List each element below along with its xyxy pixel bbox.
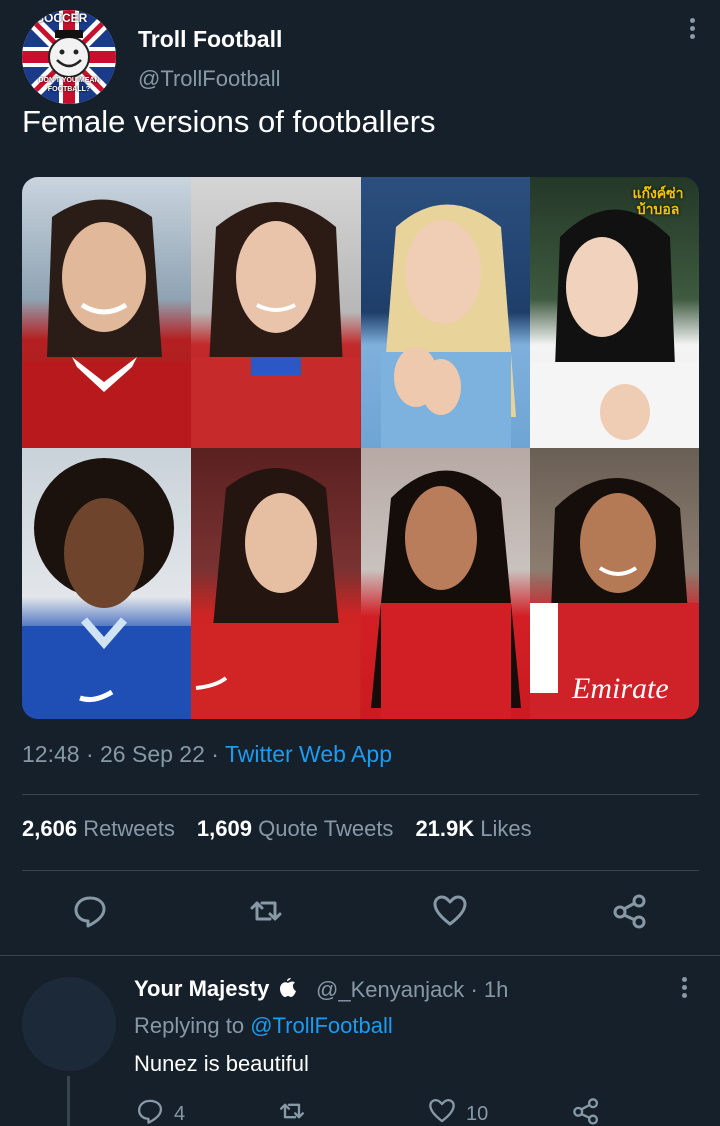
reply-reply-count: 4	[174, 1102, 186, 1125]
divider	[22, 794, 699, 795]
quotes-count: 1,609	[196, 816, 252, 841]
replying-to-handle[interactable]: @TrollFootball	[250, 1013, 393, 1038]
apple-icon	[279, 977, 297, 1003]
media-watermark: แก๊งค์ซ่า บ้าบอล	[632, 185, 684, 217]
avatar-text-bottom: DON'T YOU MEAN FOOTBALL?	[38, 77, 100, 93]
divider	[0, 955, 720, 956]
tweet-time[interactable]: 12:48	[22, 741, 80, 767]
reply-text: Nunez is beautiful	[134, 1051, 309, 1076]
tweet-actions	[70, 893, 660, 933]
reply-handle-line: @_Kenyanjack · 1h	[316, 977, 508, 1003]
media-photo	[22, 177, 192, 448]
share-icon	[572, 1097, 600, 1126]
author-handle[interactable]: @TrollFootball	[138, 66, 281, 92]
likes-label: Likes	[480, 816, 532, 841]
media-photo: แก๊งค์ซ่า บ้าบอล	[529, 177, 699, 448]
tweet-header: SOCCER DON'T YOU MEAN FOOTBALL? Troll Fo…	[22, 10, 702, 104]
divider	[22, 870, 699, 871]
replying-to: Replying to @TrollFootball	[134, 1013, 393, 1039]
media-photo	[191, 448, 361, 719]
tweet-meta: 12:48 · 26 Sep 22 · Twitter Web App	[22, 741, 392, 768]
reply-display-name[interactable]: Your Majesty	[134, 976, 297, 1003]
media-photo: Emirate	[529, 448, 699, 719]
reply-handle[interactable]: @_Kenyanjack	[316, 977, 464, 1002]
media-photo	[360, 448, 530, 719]
reply-like-button[interactable]: 10	[428, 1097, 488, 1126]
retweets-count: 2,606	[22, 816, 78, 841]
more-vertical-icon[interactable]	[686, 18, 698, 44]
reply-retweet-button[interactable]	[278, 1097, 306, 1126]
reply-age[interactable]: 1h	[484, 977, 508, 1002]
quotes-stat[interactable]: 1,609 Quote Tweets	[197, 816, 394, 842]
likes-stat[interactable]: 21.9K Likes	[415, 816, 531, 842]
thread-line	[67, 1076, 70, 1126]
tweet-stats: 2,606 Retweets 1,609 Quote Tweets 21.9K …	[22, 816, 532, 842]
author-display-name[interactable]: Troll Football	[138, 26, 282, 53]
separator: ·	[470, 977, 478, 1002]
replying-label: Replying to	[134, 1013, 245, 1038]
svg-text:Emirate: Emirate	[571, 672, 669, 705]
media-photo	[360, 177, 530, 448]
heart-icon	[428, 1097, 456, 1126]
likes-count: 21.9K	[415, 816, 475, 841]
reply-like-count: 10	[466, 1102, 489, 1125]
more-vertical-icon[interactable]	[678, 977, 690, 1003]
retweet-icon	[278, 1097, 306, 1126]
reply-share-button[interactable]	[572, 1097, 600, 1126]
retweet-icon[interactable]	[248, 893, 284, 929]
tweet-text: Female versions of footballers	[22, 104, 436, 139]
reply-icon	[136, 1097, 164, 1126]
separator: ·	[85, 741, 94, 767]
media-photo	[22, 448, 192, 719]
tweet-media[interactable]: แก๊งค์ซ่า บ้าบอล Emirate	[22, 177, 699, 719]
quotes-label: Quote Tweets	[258, 816, 394, 841]
reply-actions: 4 10	[134, 1097, 614, 1126]
reply-reply-button[interactable]: 4	[136, 1097, 185, 1126]
retweets-label: Retweets	[83, 816, 175, 841]
author-avatar[interactable]: SOCCER DON'T YOU MEAN FOOTBALL?	[22, 10, 116, 104]
reply-avatar[interactable]	[22, 977, 116, 1071]
reply-author-name: Your Majesty	[134, 976, 270, 1001]
tweet-source[interactable]: Twitter Web App	[225, 741, 392, 767]
avatar-text-top: SOCCER	[36, 11, 88, 25]
share-icon[interactable]	[612, 893, 648, 929]
retweets-stat[interactable]: 2,606 Retweets	[22, 816, 175, 842]
separator: ·	[211, 741, 219, 767]
tweet-date[interactable]: 26 Sep 22	[100, 741, 205, 767]
heart-icon[interactable]	[432, 893, 468, 929]
media-photo	[191, 177, 361, 448]
reply-icon[interactable]	[72, 893, 108, 929]
